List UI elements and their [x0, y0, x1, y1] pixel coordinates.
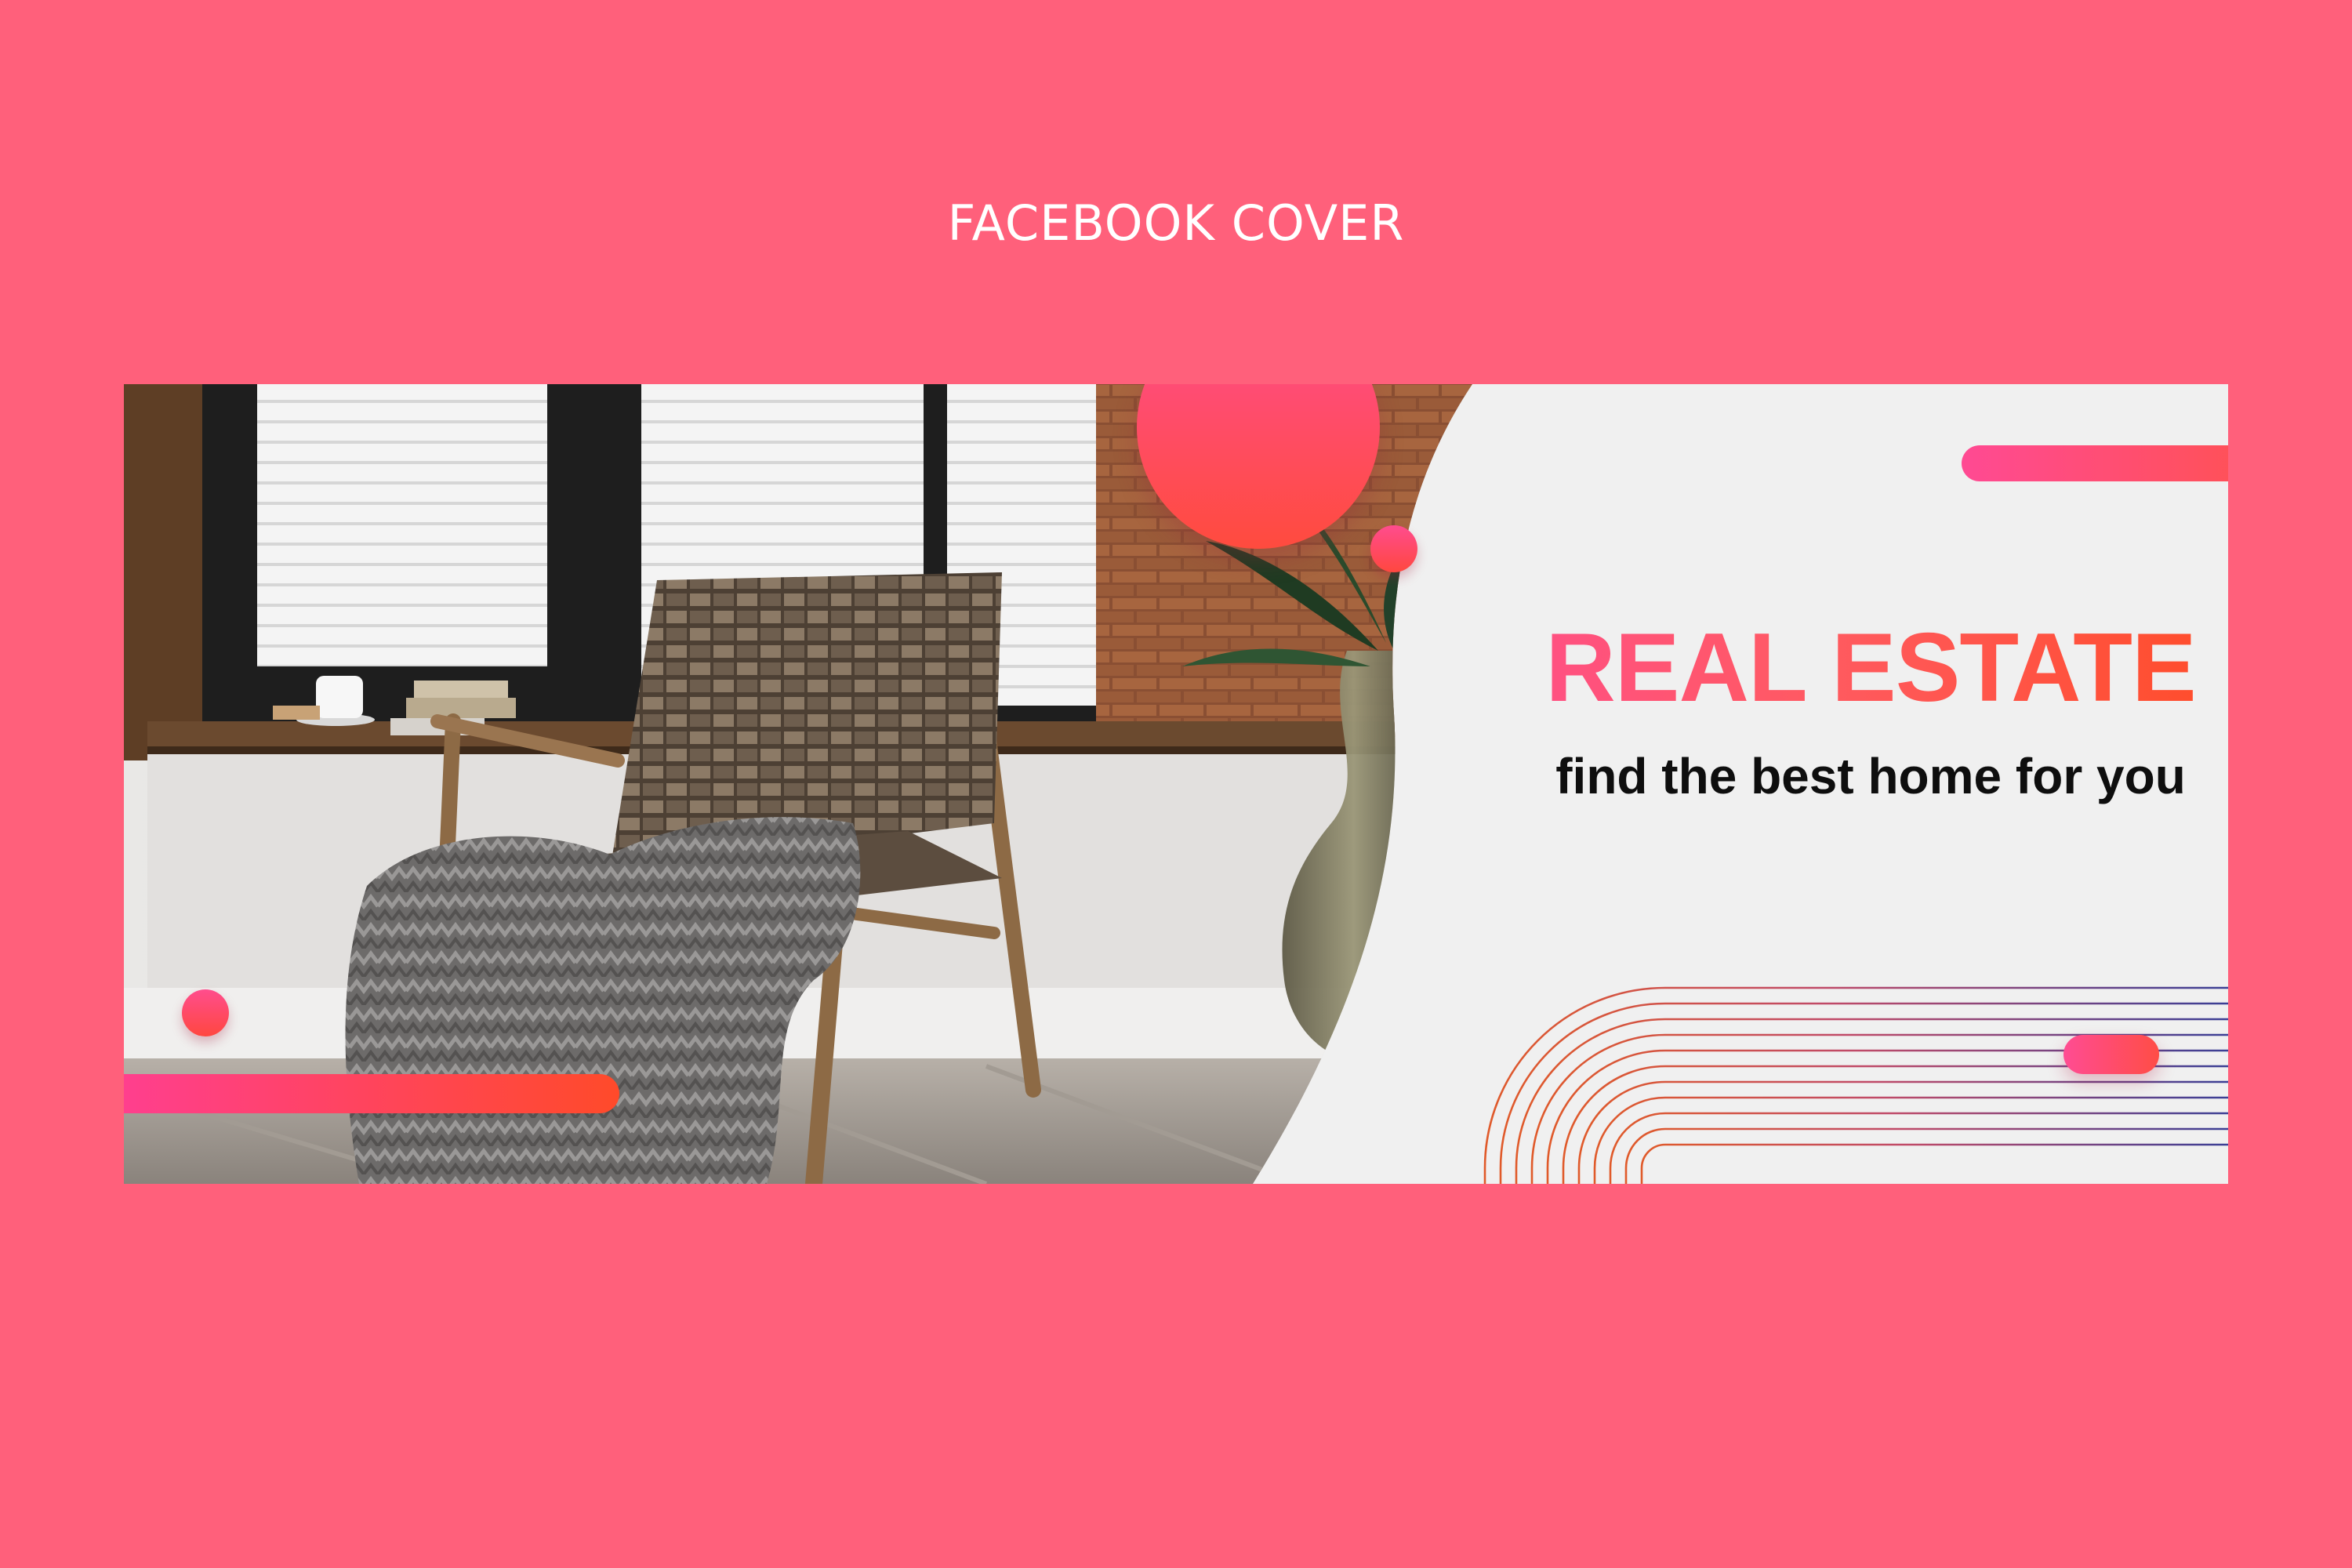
tagline: find the best home for you — [1555, 748, 2186, 804]
decorative-bar-top-right — [1962, 445, 2228, 481]
decorative-dot-top — [1370, 525, 1417, 572]
page-heading: FACEBOOK COVER — [947, 194, 1405, 252]
facebook-cover: REAL ESTATE find the best home for you — [124, 384, 2228, 1184]
decorative-pill-bottom-right — [2063, 1035, 2159, 1074]
decorative-bar-bottom-left — [124, 1074, 619, 1113]
headline: REAL ESTATE — [1432, 619, 2228, 717]
decorative-dot-left — [182, 989, 229, 1036]
decorative-line-arcs — [1483, 986, 2228, 1184]
